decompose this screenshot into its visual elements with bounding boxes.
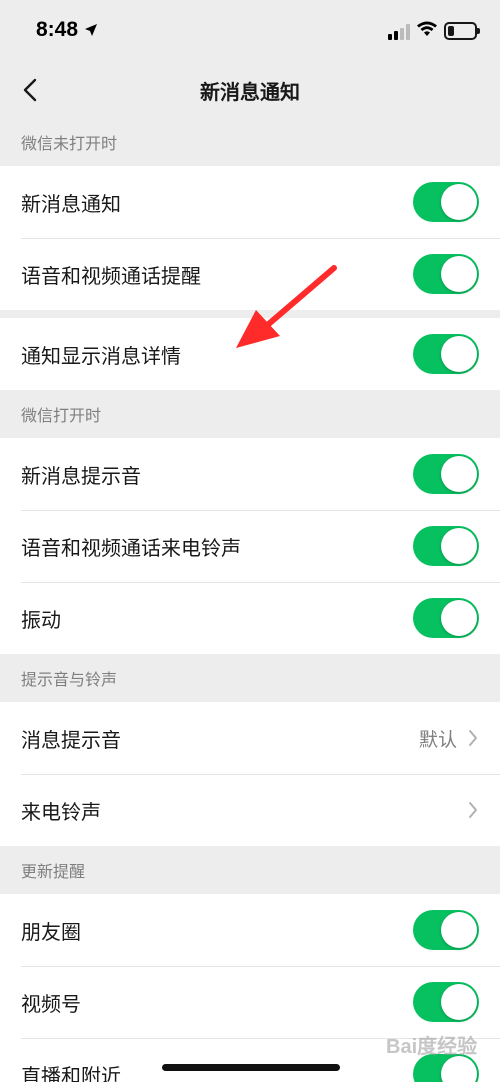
status-time: 8:48 xyxy=(36,18,98,42)
row-label: 语音和视频通话提醒 xyxy=(21,263,201,288)
new-message-toggle[interactable] xyxy=(413,182,479,222)
row-label: 振动 xyxy=(21,607,61,632)
home-indicator xyxy=(162,1064,340,1071)
row-moments[interactable]: 朋友圈 xyxy=(0,894,500,966)
chevron-right-icon xyxy=(467,728,479,748)
section-header-wechat-closed: 微信未打开时 xyxy=(21,134,118,153)
section-header-wechat-open: 微信打开时 xyxy=(21,406,102,425)
call-ringtone-toggle[interactable] xyxy=(413,526,479,566)
row-label: 消息提示音 xyxy=(21,727,121,752)
row-label: 通知显示消息详情 xyxy=(21,343,181,368)
row-new-message-notification[interactable]: 新消息通知 xyxy=(0,166,500,238)
row-label: 语音和视频通话来电铃声 xyxy=(21,535,241,560)
group-sounds: 消息提示音 默认 来电铃声 xyxy=(0,702,500,846)
vibrate-toggle[interactable] xyxy=(413,598,479,638)
row-message-tone[interactable]: 消息提示音 默认 xyxy=(0,702,500,774)
row-label: 朋友圈 xyxy=(21,919,81,944)
status-bar: 8:48 xyxy=(0,0,500,62)
battery-icon xyxy=(444,22,480,40)
nav-bar: 新消息通知 xyxy=(0,62,500,118)
row-label: 视频号 xyxy=(21,991,81,1016)
group-wechat-open: 新消息提示音 语音和视频通话来电铃声 振动 xyxy=(0,438,500,654)
show-detail-toggle[interactable] xyxy=(413,334,479,374)
row-label: 新消息提示音 xyxy=(21,463,141,488)
row-label: 新消息通知 xyxy=(21,191,121,216)
chevron-right-icon xyxy=(467,800,479,820)
row-label: 来电铃声 xyxy=(21,799,101,824)
cellular-signal-icon xyxy=(388,24,410,40)
row-call-ringtone[interactable]: 语音和视频通话来电铃声 xyxy=(0,510,500,582)
row-message-sound[interactable]: 新消息提示音 xyxy=(0,438,500,510)
moments-toggle[interactable] xyxy=(413,910,479,950)
call-reminder-toggle[interactable] xyxy=(413,254,479,294)
message-sound-toggle[interactable] xyxy=(413,454,479,494)
row-incoming-ringtone[interactable]: 来电铃声 xyxy=(0,774,500,846)
section-header-sounds: 提示音与铃声 xyxy=(21,670,118,689)
wifi-icon xyxy=(417,21,437,36)
row-vibrate[interactable]: 振动 xyxy=(0,582,500,654)
watermark: Bai度经验 xyxy=(386,1036,478,1058)
row-channels[interactable]: 视频号 xyxy=(0,966,500,1038)
status-time-text: 8:48 xyxy=(36,18,79,41)
channels-toggle[interactable] xyxy=(413,982,479,1022)
location-arrow-icon xyxy=(85,24,98,36)
section-header-updates: 更新提醒 xyxy=(21,862,86,881)
row-value: 默认 xyxy=(418,728,457,751)
page-title: 新消息通知 xyxy=(200,80,300,104)
red-arrow-annotation-icon xyxy=(236,265,337,348)
